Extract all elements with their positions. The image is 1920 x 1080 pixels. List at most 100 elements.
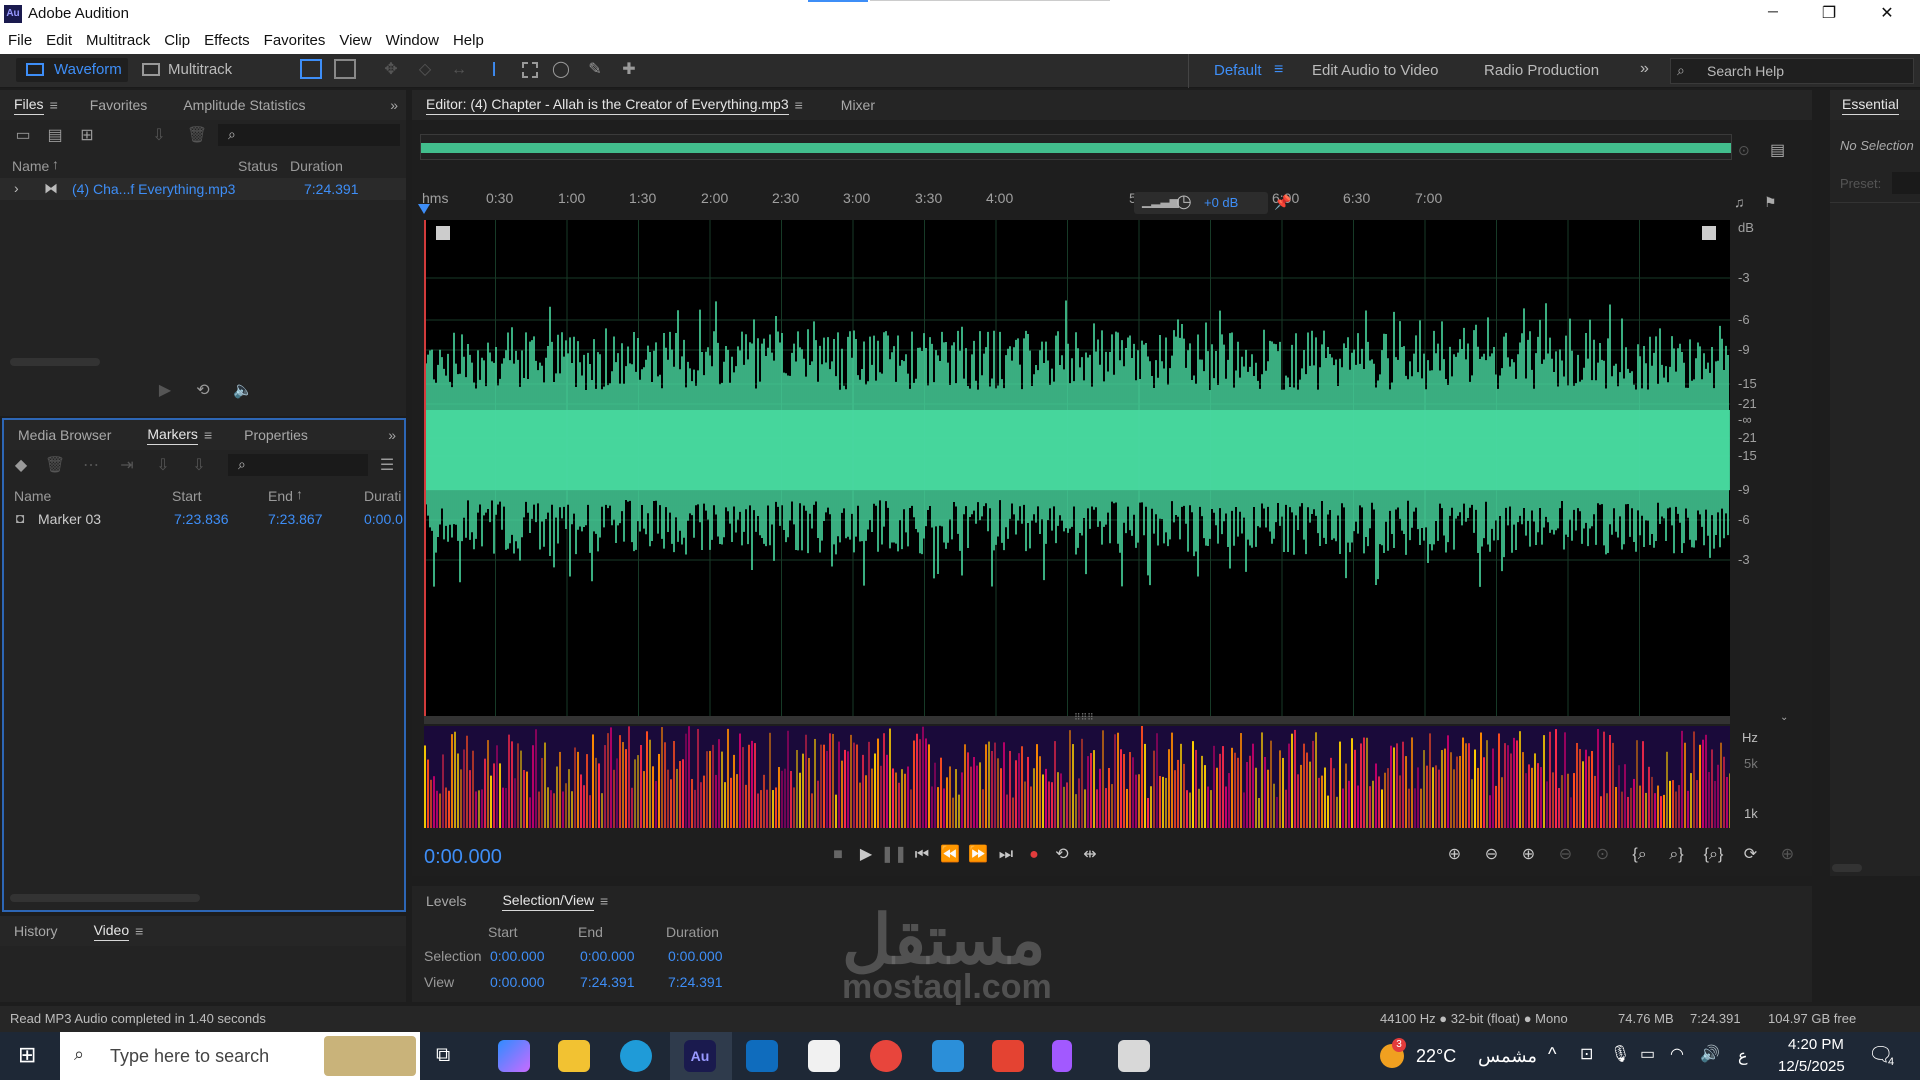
view-start[interactable]: 0:00.000 xyxy=(490,974,545,990)
vscode-icon[interactable] xyxy=(932,1040,964,1072)
clock-date[interactable]: 12/5/2025 xyxy=(1778,1058,1845,1075)
zoom-out-time-icon[interactable]: ⊖ xyxy=(1547,844,1584,864)
panel-menu-icon[interactable]: ≡ xyxy=(795,97,803,113)
menu-edit[interactable]: Edit xyxy=(46,28,72,54)
new-file-icon[interactable]: ⊞ xyxy=(76,125,98,147)
maximize-button[interactable]: ❐ xyxy=(1814,3,1844,23)
gain-value[interactable]: +0 dB xyxy=(1204,195,1238,210)
import-file-icon[interactable]: ▤ xyxy=(44,125,66,147)
spectral-pitch-icon[interactable] xyxy=(334,59,356,79)
insert-icon[interactable]: ⇩ xyxy=(148,125,170,147)
volume-icon[interactable]: 🔊 xyxy=(1700,1044,1720,1064)
insert-to-playlist-icon[interactable]: ⇥ xyxy=(116,455,138,477)
zoom-out-amplitude-icon[interactable]: ⊖ xyxy=(1473,844,1510,864)
record-button[interactable]: ● xyxy=(1020,846,1048,864)
panel-menu-icon[interactable]: ≡ xyxy=(135,923,143,939)
menu-file[interactable]: File xyxy=(8,28,32,54)
move-tool-icon[interactable]: ✥ xyxy=(380,59,402,81)
menu-favorites[interactable]: Favorites xyxy=(264,28,326,54)
collapse-chevron-icon[interactable]: ⌄ xyxy=(1780,712,1788,723)
hud-gain-control[interactable]: ▁▂▃▅ ◷ +0 dB xyxy=(1134,191,1268,214)
preset-dropdown[interactable] xyxy=(1892,172,1920,194)
marquee-tool-icon[interactable] xyxy=(522,62,538,78)
tab-selection-view[interactable]: Selection/View xyxy=(502,892,595,911)
task-view-icon[interactable]: ⧉ xyxy=(436,1044,450,1067)
view-end[interactable]: 7:24.391 xyxy=(580,974,635,990)
batch-process-icon[interactable]: ⇩ xyxy=(188,455,210,477)
panel-overflow-icon[interactable]: » xyxy=(390,97,398,113)
zoom-selection-icon[interactable]: ⊙ xyxy=(1584,844,1621,864)
expand-chevron-icon[interactable]: › xyxy=(14,180,19,196)
tab-markers[interactable]: Markers xyxy=(147,426,198,445)
copilot-icon[interactable] xyxy=(498,1040,530,1072)
gain-knob-icon[interactable]: ◷ xyxy=(1176,191,1192,212)
slip-tool-icon[interactable]: ↔ xyxy=(448,59,470,81)
resize-grip-icon[interactable]: ⠿⠿⠿ xyxy=(1074,712,1094,723)
move-to-end-button[interactable]: ⏭ xyxy=(992,846,1020,864)
menu-view[interactable]: View xyxy=(339,28,371,54)
fade-out-handle[interactable] xyxy=(1702,226,1716,240)
marker-pin-icon[interactable]: ⚑ xyxy=(1764,194,1777,211)
pause-button[interactable]: ❚❚ xyxy=(880,844,908,864)
column-end[interactable]: End xyxy=(268,488,293,504)
selection-duration[interactable]: 0:00.000 xyxy=(668,948,723,964)
rewind-button[interactable]: ⏪ xyxy=(936,844,964,864)
clock-time[interactable]: 4:20 PM xyxy=(1788,1036,1844,1053)
overview-waveform[interactable] xyxy=(420,134,1732,160)
tab-history[interactable]: History xyxy=(14,923,58,939)
menu-help[interactable]: Help xyxy=(453,28,484,54)
panel-menu-icon[interactable]: ≡ xyxy=(50,97,58,113)
file-row[interactable]: › ⧓ (4) Cha...f Everything.mp3 7:24.391 xyxy=(0,178,406,200)
waveform-spectral-divider[interactable]: ⠿⠿⠿ xyxy=(424,712,1730,724)
weather-text[interactable]: مشمس xyxy=(1478,1046,1537,1067)
markers-horizontal-scrollbar[interactable] xyxy=(10,894,200,902)
menu-effects[interactable]: Effects xyxy=(204,28,250,54)
menu-window[interactable]: Window xyxy=(386,28,439,54)
workspace-edit-audio-video[interactable]: Edit Audio to Video xyxy=(1312,62,1439,79)
panel-overflow-icon[interactable]: » xyxy=(388,427,396,443)
menu-multitrack[interactable]: Multitrack xyxy=(86,28,150,54)
delete-icon[interactable]: 🗑 xyxy=(186,125,208,147)
search-help-field[interactable]: ⌕ Search Help xyxy=(1670,58,1914,84)
brush-tool-icon[interactable]: ✎ xyxy=(584,59,606,81)
tab-amplitude-statistics[interactable]: Amplitude Statistics xyxy=(183,97,305,113)
waveform-display[interactable] xyxy=(424,220,1730,716)
chrome-icon[interactable] xyxy=(870,1040,902,1072)
workspace-overflow-icon[interactable]: » xyxy=(1640,60,1649,78)
column-status[interactable]: Status xyxy=(238,158,278,174)
zoom-to-selection-icon[interactable]: ⊙ xyxy=(1738,142,1750,159)
markers-search-input[interactable]: ⌕ xyxy=(228,454,368,476)
zoom-in-time-icon[interactable]: ⊕ xyxy=(1510,844,1547,864)
column-name[interactable]: Name xyxy=(12,158,49,174)
language-indicator[interactable]: ع xyxy=(1738,1046,1748,1066)
outlook-icon[interactable] xyxy=(746,1040,778,1072)
spectral-frequency-icon[interactable] xyxy=(300,59,322,79)
marker-row[interactable]: ◘ Marker 03 7:23.836 7:23.867 0:00.0 xyxy=(4,508,404,530)
adobe-audition-taskbar-icon[interactable]: Au xyxy=(684,1040,716,1072)
skip-selection-button[interactable]: ⇹ xyxy=(1076,844,1104,864)
tab-levels[interactable]: Levels xyxy=(426,893,466,909)
fast-forward-button[interactable]: ⏩ xyxy=(964,844,992,864)
open-file-icon[interactable]: ▭ xyxy=(12,125,34,147)
playhead-handle[interactable] xyxy=(418,204,430,214)
tab-video[interactable]: Video xyxy=(93,922,130,941)
fade-in-handle[interactable] xyxy=(436,226,450,240)
zoom-in-amplitude-icon[interactable]: ⊕ xyxy=(1436,844,1473,864)
spectral-display[interactable] xyxy=(424,726,1730,828)
workspace-radio-production[interactable]: Radio Production xyxy=(1484,62,1599,79)
menu-clip[interactable]: Clip xyxy=(164,28,190,54)
tab-media-browser[interactable]: Media Browser xyxy=(18,427,111,443)
files-search-input[interactable]: ⌕ xyxy=(218,124,400,146)
add-marker-icon[interactable]: ◆ xyxy=(10,455,32,477)
overview-options-icon[interactable]: ▤ xyxy=(1770,140,1785,160)
workspace-menu-icon[interactable]: ≡ xyxy=(1274,61,1283,79)
selection-end[interactable]: 0:00.000 xyxy=(580,948,635,964)
panel-menu-icon[interactable]: ≡ xyxy=(600,893,608,909)
merge-markers-icon[interactable]: ⋯ xyxy=(80,455,102,477)
windows-start-icon[interactable]: ⊞ xyxy=(18,1042,36,1068)
stop-button[interactable]: ■ xyxy=(824,846,852,864)
snipping-tool-icon[interactable] xyxy=(1118,1040,1150,1072)
delete-marker-icon[interactable]: 🗑 xyxy=(44,455,66,477)
tab-properties[interactable]: Properties xyxy=(244,427,308,443)
tab-editor[interactable]: Editor: (4) Chapter - Allah is the Creat… xyxy=(426,96,789,115)
